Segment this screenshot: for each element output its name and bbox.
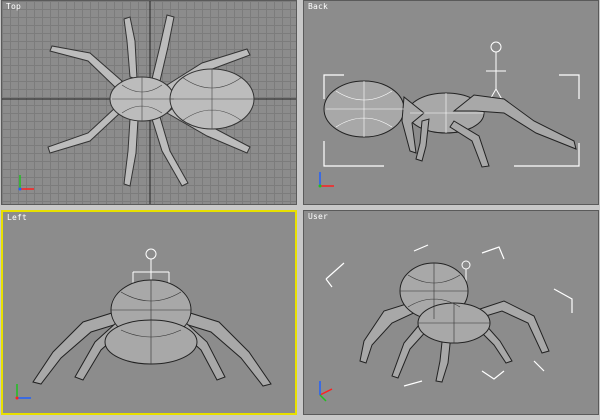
- top-view-spider: [2, 1, 296, 204]
- viewport-back[interactable]: Back: [303, 0, 599, 205]
- viewport-user[interactable]: User: [303, 210, 599, 415]
- viewport-label[interactable]: Top: [6, 2, 21, 11]
- viewport-label[interactable]: Back: [308, 2, 328, 11]
- left-view-spider: [15, 248, 272, 400]
- viewport-label[interactable]: User: [308, 212, 328, 221]
- viewport-left[interactable]: Left: [1, 210, 297, 415]
- back-view-spider: [318, 41, 580, 188]
- viewport-label[interactable]: Left: [7, 213, 27, 222]
- user-view-spider: [319, 244, 573, 402]
- viewport-top[interactable]: Top: [1, 0, 297, 205]
